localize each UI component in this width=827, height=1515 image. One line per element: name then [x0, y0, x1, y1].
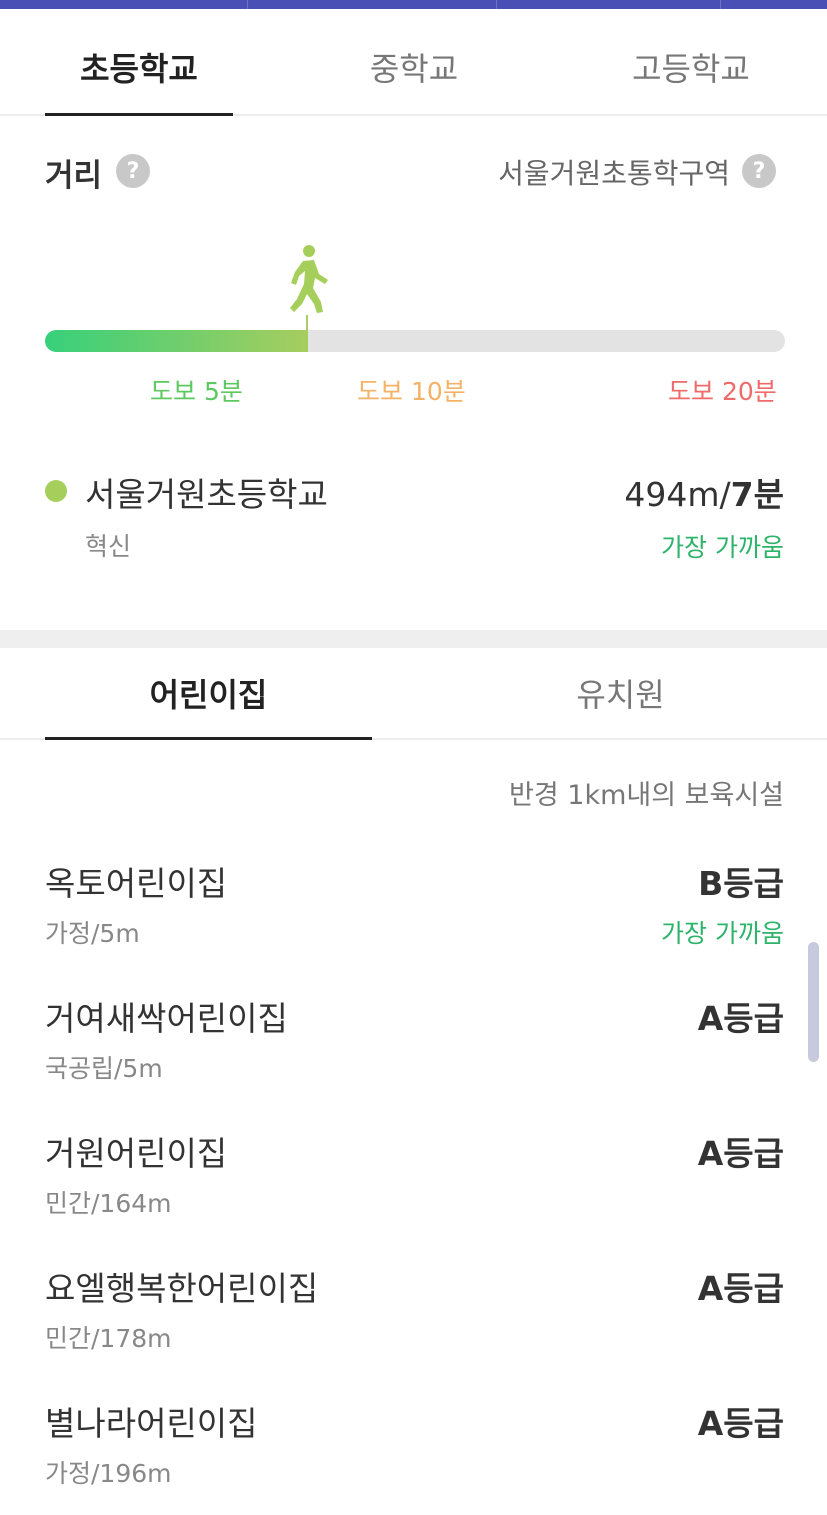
- question-icon[interactable]: ?: [742, 154, 776, 188]
- facility-name: 옥토어린이집: [45, 864, 228, 903]
- walk-label-20min: 도보 20분: [668, 377, 777, 406]
- facility-nearest-badge: 가장 가까움: [661, 919, 784, 948]
- facility-name: 요엘행복한어린이집: [45, 1269, 319, 1308]
- tab-elementary[interactable]: 초등학교: [45, 20, 233, 114]
- facility-sub: 민간/178m: [45, 1324, 172, 1353]
- facility-sub: 국공립/5m: [45, 1054, 163, 1083]
- tab-middle[interactable]: 중학교: [320, 20, 508, 114]
- tab-active-underline: [45, 737, 372, 740]
- top-bar-divider: [496, 0, 497, 9]
- facility-sub: 가정/5m: [45, 919, 140, 948]
- school-distance-meters: 494m/: [624, 475, 731, 514]
- tab-high[interactable]: 고등학교: [597, 20, 785, 114]
- top-bar-divider: [720, 0, 721, 9]
- school-distance: 494m/7분: [624, 468, 784, 516]
- tab-active-underline: [45, 113, 233, 116]
- radius-note: 반경 1km내의 보육시설: [509, 780, 784, 811]
- facility-name: 별나라어린이집: [45, 1404, 258, 1443]
- question-icon[interactable]: ?: [116, 154, 150, 188]
- facility-name: 거원어린이집: [45, 1134, 228, 1173]
- facility-sub: 가정/196m: [45, 1459, 172, 1488]
- facility-name: 거여새싹어린이집: [45, 999, 288, 1038]
- distance-title: 거리: [45, 158, 103, 194]
- school-distance-minutes: 7분: [730, 475, 784, 514]
- school-type: 혁신: [85, 532, 132, 561]
- facility-grade: A등급: [697, 1134, 784, 1173]
- school-district-label: 서울거원초통학구역: [498, 157, 730, 190]
- walk-label-5min: 도보 5분: [150, 377, 243, 406]
- walk-label-10min: 도보 10분: [357, 377, 466, 406]
- school-name[interactable]: 서울거원초등학교: [85, 468, 328, 516]
- facility-grade: B등급: [698, 864, 784, 903]
- facility-grade: A등급: [697, 999, 784, 1038]
- walking-distance-bar: [45, 330, 785, 352]
- facility-grade: A등급: [697, 1404, 784, 1443]
- tab-daycare[interactable]: 어린이집: [45, 648, 372, 738]
- section-divider: [0, 630, 827, 648]
- top-bar-divider: [247, 0, 248, 9]
- walking-person-icon: [290, 245, 328, 313]
- facility-sub: 민간/164m: [45, 1189, 172, 1218]
- tab-kindergarten[interactable]: 유치원: [457, 648, 784, 738]
- walking-distance-fill: [45, 330, 308, 352]
- scrollbar[interactable]: [808, 942, 819, 1062]
- top-bar: [0, 0, 827, 9]
- school-nearest-badge: 가장 가까움: [661, 533, 784, 562]
- childcare-tabs: 어린이집 유치원: [0, 648, 827, 740]
- school-dot-icon: [45, 480, 67, 502]
- facility-grade: A등급: [697, 1269, 784, 1308]
- school-level-tabs: 초등학교 중학교 고등학교: [0, 20, 827, 116]
